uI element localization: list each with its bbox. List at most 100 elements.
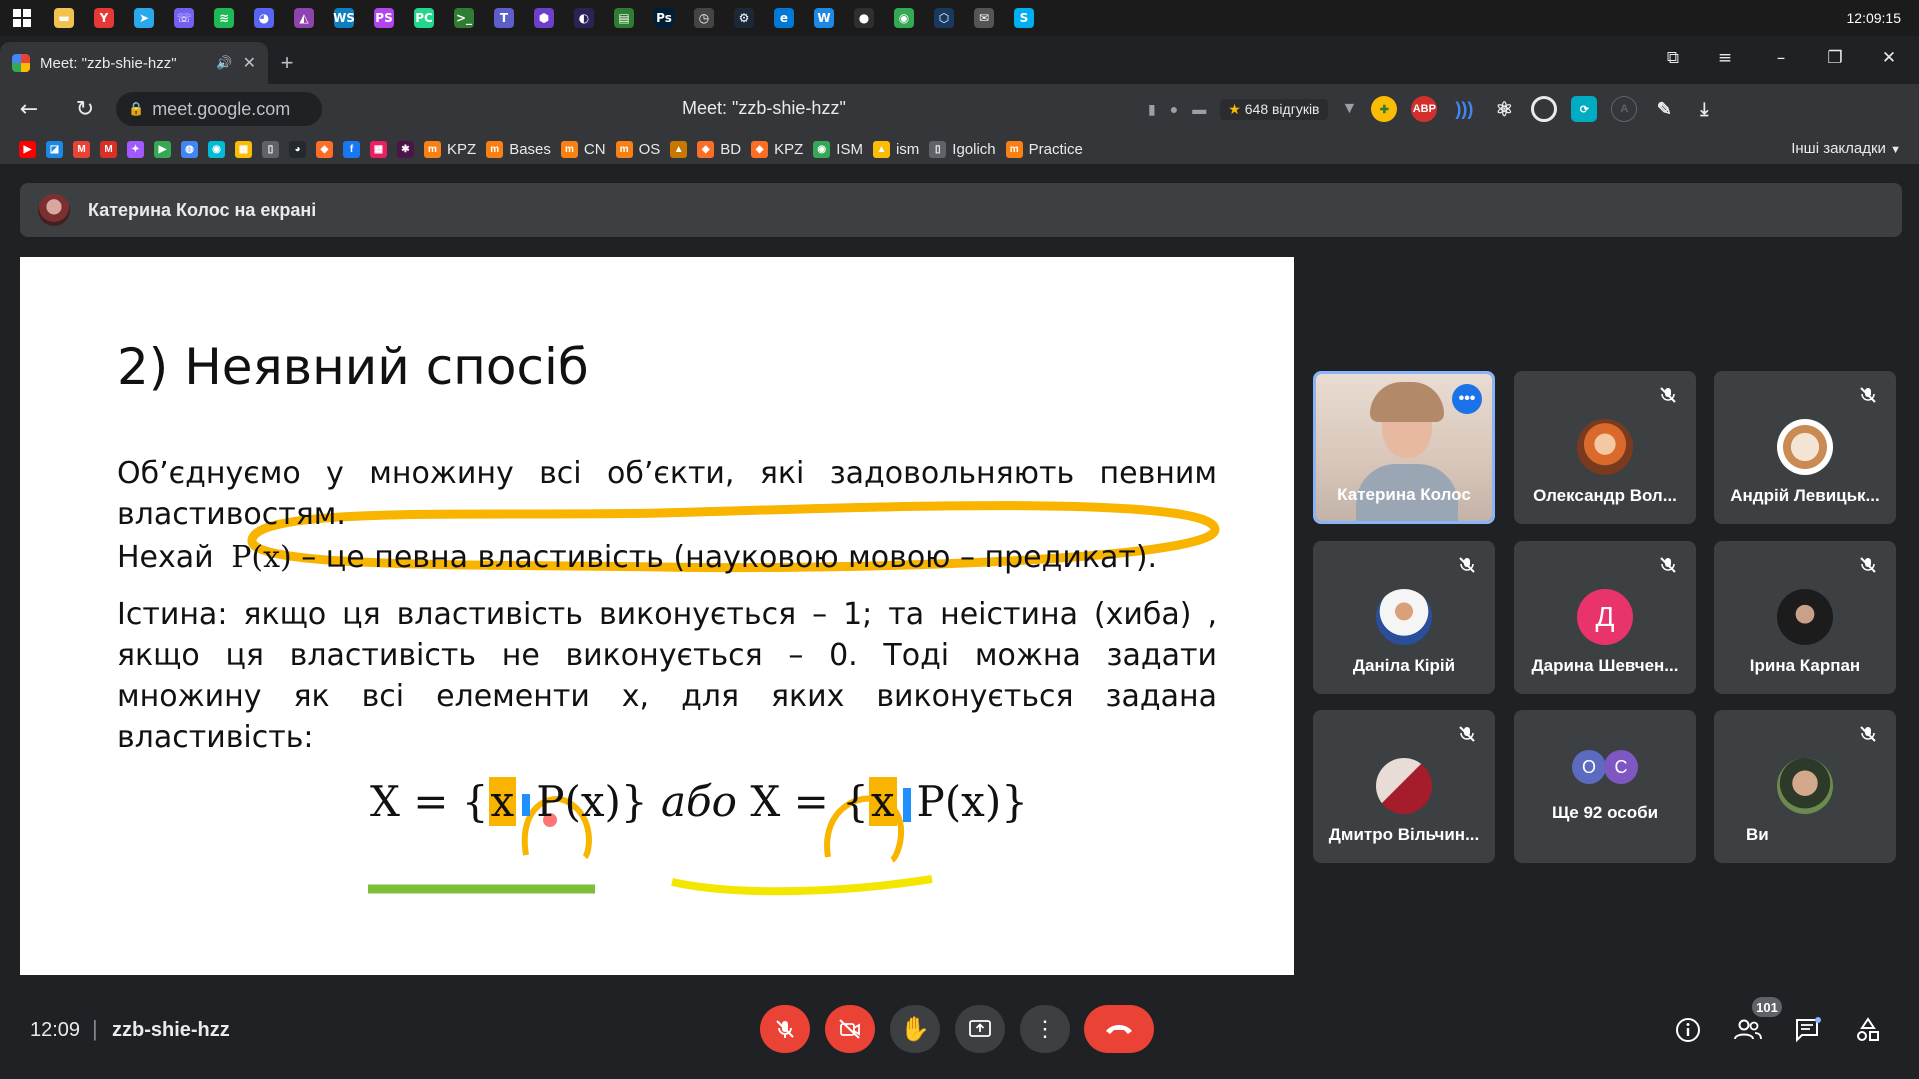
participant-tile-andrii[interactable]: Андрій Левицьк...	[1714, 371, 1896, 524]
bookmark-figma[interactable]: ✦	[122, 134, 149, 164]
edge-icon[interactable]: e	[764, 0, 804, 36]
virtualbox-icon[interactable]: ⬡	[924, 0, 964, 36]
more-options-button[interactable]: ⋮	[1020, 1005, 1070, 1053]
new-tab-button[interactable]: +	[272, 48, 302, 78]
webstorm-icon[interactable]: WS	[324, 0, 364, 36]
bookmark-gmail[interactable]: M	[68, 134, 95, 164]
word-pad-icon[interactable]: W	[804, 0, 844, 36]
bookmark-os[interactable]: m OS	[611, 134, 666, 164]
close-window-icon[interactable]: ✕	[1874, 48, 1904, 68]
address-bar[interactable]: 🔒 meet.google.com	[116, 92, 322, 126]
bookmark-kpz[interactable]: m KPZ	[419, 134, 481, 164]
viber-icon[interactable]: ☏	[164, 0, 204, 36]
windows-start-icon[interactable]	[0, 0, 44, 36]
camera-indicator-icon[interactable]: ▮	[1148, 101, 1156, 118]
mail-icon[interactable]: ✉	[964, 0, 1004, 36]
visual-studio-icon[interactable]: ◭	[284, 0, 324, 36]
bookmark-kpz[interactable]: ◆ KPZ	[746, 134, 808, 164]
chrome-icon[interactable]: ◉	[884, 0, 924, 36]
participant-tile-daryna[interactable]: Д Дарина Шевчен...	[1514, 541, 1696, 694]
bookmark-bd[interactable]: ◆ BD	[692, 134, 746, 164]
telegram-icon[interactable]: ➤	[124, 0, 164, 36]
leave-call-button[interactable]	[1084, 1005, 1154, 1053]
phpstorm-icon[interactable]: PS	[364, 0, 404, 36]
adblock-icon[interactable]: ABP	[1411, 96, 1438, 122]
audio-playing-icon[interactable]: 🔊	[216, 56, 232, 71]
present-now-button[interactable]	[955, 1005, 1005, 1053]
bookmark-igolich[interactable]: ▯ Igolich	[924, 134, 1000, 164]
bookmark-grid-app[interactable]: ▦	[230, 134, 257, 164]
minimize-icon[interactable]: –	[1766, 48, 1796, 68]
bookmark-ism[interactable]: ◉ ISM	[808, 134, 868, 164]
download-icon[interactable]: ⤓	[1691, 96, 1717, 122]
back-arrow-icon[interactable]: ←	[8, 88, 50, 130]
mic-off-button[interactable]	[760, 1005, 810, 1053]
tab-list-icon[interactable]: ≡	[1710, 48, 1740, 68]
bookmark-university[interactable]: ▲	[665, 134, 692, 164]
extensions-puzzle-icon[interactable]: ✎	[1651, 96, 1677, 122]
tab-search-icon[interactable]: ⧉	[1658, 48, 1688, 68]
participant-tile-iryna[interactable]: Ірина Карпан	[1714, 541, 1896, 694]
activities-button[interactable]	[1848, 1010, 1888, 1050]
reviews-badge[interactable]: ★ 648 відгуків	[1220, 98, 1328, 120]
bookmark-bases[interactable]: m Bases	[481, 134, 556, 164]
teams-icon[interactable]: T	[484, 0, 524, 36]
participant-tile-danila[interactable]: Даніла Кірій	[1313, 541, 1495, 694]
bookmark-blank-page[interactable]: ▯	[257, 134, 284, 164]
bookmark-gmail-alt[interactable]: M	[95, 134, 122, 164]
discord-icon[interactable]: ◕	[244, 0, 284, 36]
bookmark-practice[interactable]: m Practice	[1001, 134, 1088, 164]
meeting-details-button[interactable]	[1668, 1010, 1708, 1050]
other-bookmarks-button[interactable]: Інші закладки ▼	[1791, 140, 1901, 157]
extension-a-icon[interactable]: A	[1611, 96, 1638, 122]
tab-close-icon[interactable]: ✕	[243, 53, 256, 73]
react-devtools-icon[interactable]: ⚛	[1491, 96, 1517, 122]
photoshop-icon[interactable]: Ps	[644, 0, 684, 36]
eclipse-icon[interactable]: ◐	[564, 0, 604, 36]
bookmark-circle-play[interactable]: ◉	[203, 134, 230, 164]
tab-meet[interactable]: Meet: "zzb-shie-hzz" 🔊 ✕	[0, 42, 268, 84]
participant-tile-dmytro[interactable]: Дмитро Вільчин...	[1313, 710, 1495, 863]
yandex-browser-icon[interactable]: Y	[84, 0, 124, 36]
participant-tile-you[interactable]: Ви	[1714, 710, 1896, 863]
steam-icon[interactable]: ⚙	[724, 0, 764, 36]
lock-icon[interactable]: 🔒	[128, 101, 144, 117]
extension-lime-icon[interactable]: ✚	[1371, 96, 1398, 122]
notepad-icon[interactable]: ▤	[604, 0, 644, 36]
bookmark-facebook[interactable]: f	[338, 134, 365, 164]
obs-icon[interactable]: ●	[844, 0, 884, 36]
bookmark-icon[interactable]: ▼	[1342, 100, 1358, 118]
bookmark-classroom[interactable]: ◪	[41, 134, 68, 164]
github-desktop-icon[interactable]: ⬢	[524, 0, 564, 36]
pycharm-icon[interactable]: PC	[404, 0, 444, 36]
bookmark-github[interactable]: ◕	[284, 134, 311, 164]
bookmark-slack[interactable]: ✱	[392, 134, 419, 164]
raise-hand-button[interactable]: ✋	[890, 1005, 940, 1053]
file-explorer-icon[interactable]: ▬	[44, 0, 84, 36]
spotify-icon[interactable]: ≋	[204, 0, 244, 36]
participant-tile-more[interactable]: О С Ще 92 особи	[1514, 710, 1696, 863]
skype-icon[interactable]: S	[1004, 0, 1044, 36]
participant-tile-kateryna[interactable]: ••• Катерина Колос	[1313, 371, 1495, 524]
camera-off-button[interactable]	[825, 1005, 875, 1053]
speedometer-icon[interactable]: ◷	[684, 0, 724, 36]
mic-indicator-icon[interactable]: ●	[1170, 101, 1178, 117]
bookmark-colorful-grid[interactable]: ▦	[365, 134, 392, 164]
system-clock[interactable]: 12:09:15	[1847, 10, 1902, 26]
cast-indicator-icon[interactable]: ▬	[1192, 101, 1206, 117]
terminal-icon[interactable]: >_	[444, 0, 484, 36]
reload-icon[interactable]: ↻	[64, 88, 106, 130]
chat-button[interactable]	[1788, 1010, 1828, 1050]
bookmark-ism[interactable]: ▲ ism	[868, 134, 924, 164]
bookmark-globe[interactable]: ◍	[176, 134, 203, 164]
read-aloud-icon[interactable]: )))	[1451, 96, 1477, 122]
bookmark-youtube[interactable]: ▶	[14, 134, 41, 164]
participant-tile-oleksandr[interactable]: Олександр Вол...	[1514, 371, 1696, 524]
restore-icon[interactable]: ❐	[1820, 48, 1850, 68]
bookmark-cn[interactable]: m CN	[556, 134, 611, 164]
extension-teal-icon[interactable]: ⟳	[1571, 96, 1598, 122]
record-extension-icon[interactable]	[1531, 96, 1558, 122]
url-text[interactable]: meet.google.com	[152, 99, 290, 120]
bookmark-gitlab[interactable]: ◆	[311, 134, 338, 164]
bookmark-play-store[interactable]: ▶	[149, 134, 176, 164]
